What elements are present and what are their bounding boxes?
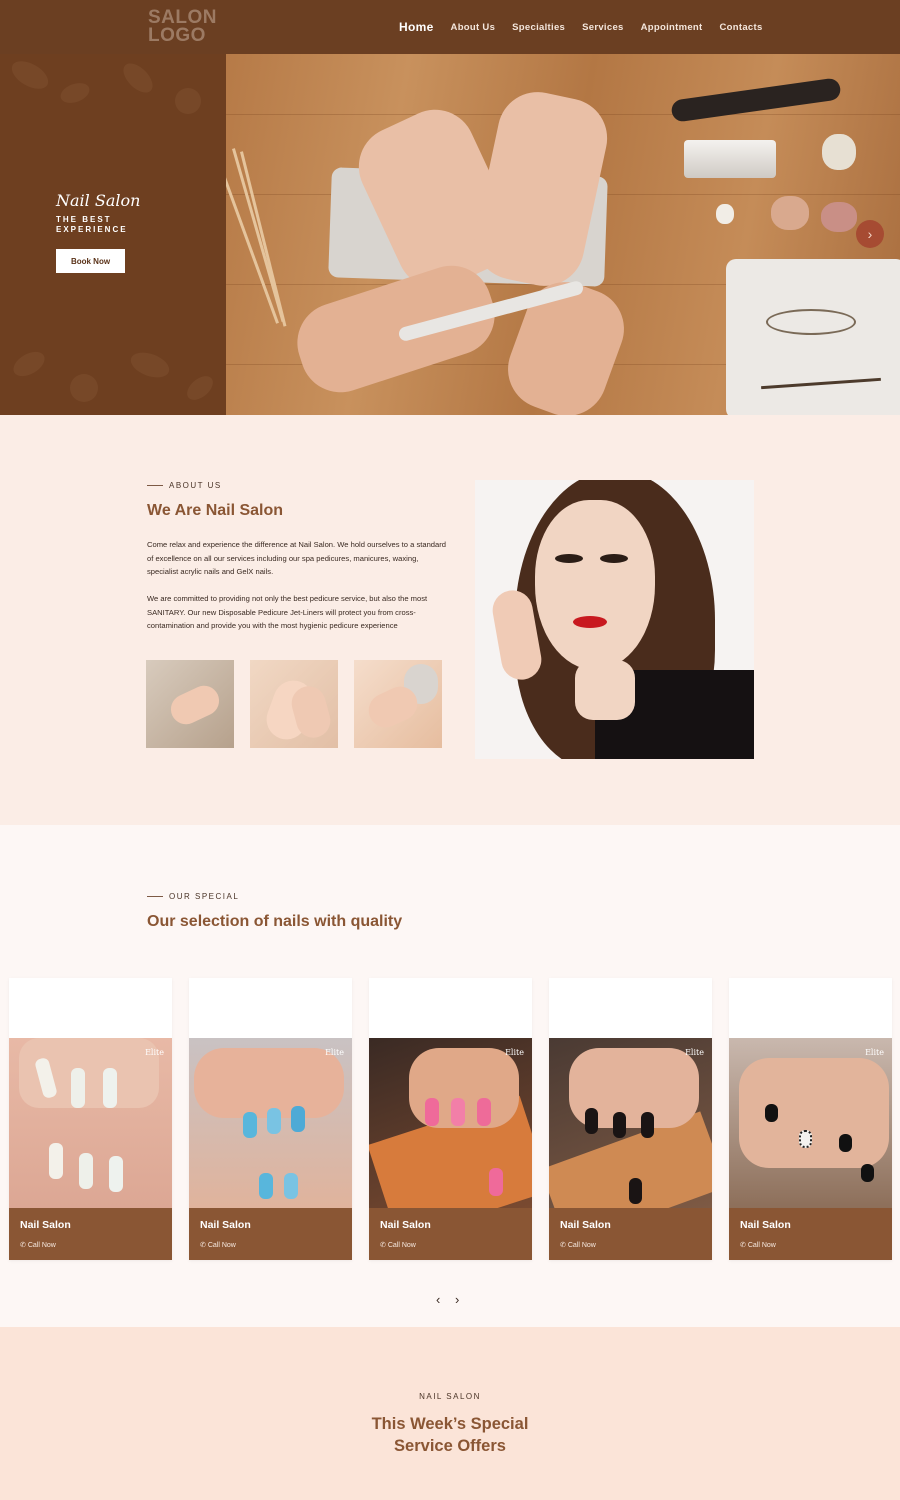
hero-slider: Nail Salon THE BEST EXPERIENCE Book Now … <box>0 54 900 415</box>
nail-card[interactable]: Elite Nail Salon ✆ Call Now <box>729 978 892 1260</box>
special-eyebrow: OUR SPECIAL <box>147 892 239 901</box>
specials-section: OUR SPECIAL Our selection of nails with … <box>0 825 900 1327</box>
carousel-next-button[interactable]: › <box>455 1292 459 1307</box>
phone-icon: ✆ <box>740 1242 746 1249</box>
nail-card-title: Nail Salon <box>200 1219 251 1231</box>
call-now-link[interactable]: ✆ Call Now <box>200 1241 236 1249</box>
gallery-thumb-3[interactable] <box>354 660 442 748</box>
nail-card-footer: Nail Salon ✆ Call Now <box>729 1208 892 1260</box>
elite-brand-mark: Elite <box>865 1048 884 1057</box>
eyebrow-divider <box>147 896 163 897</box>
about-heading: We Are Nail Salon <box>147 502 284 519</box>
site-header: SALON LOGO Home About Us Specialties Ser… <box>0 0 900 54</box>
nail-card-photo: Elite <box>189 1038 352 1208</box>
nail-card-photo: Elite <box>549 1038 712 1208</box>
offers-heading-line-2: Service Offers <box>394 1437 506 1455</box>
phone-icon: ✆ <box>200 1242 206 1249</box>
gallery-thumb-2[interactable] <box>250 660 338 748</box>
call-now-label: Call Now <box>747 1242 776 1249</box>
offers-eyebrow: NAIL SALON <box>419 1392 481 1401</box>
phone-icon: ✆ <box>560 1242 566 1249</box>
nail-card-footer: Nail Salon ✆ Call Now <box>369 1208 532 1260</box>
call-now-link[interactable]: ✆ Call Now <box>560 1241 596 1249</box>
offers-section: NAIL SALON This Week’s Special Service O… <box>0 1327 900 1500</box>
nail-card[interactable]: Elite Nail Salon ✆ Call Now <box>369 978 532 1260</box>
elite-brand-mark: Elite <box>505 1048 524 1057</box>
carousel-prev-button[interactable]: ‹ <box>436 1292 440 1307</box>
nav-contacts[interactable]: Contacts <box>720 22 763 33</box>
offers-heading: This Week’s Special Service Offers <box>0 1413 900 1457</box>
elite-brand-mark: Elite <box>145 1048 164 1057</box>
nav-appointment[interactable]: Appointment <box>641 22 703 33</box>
hero-side-panel: Nail Salon THE BEST EXPERIENCE Book Now <box>0 54 226 415</box>
special-heading: Our selection of nails with quality <box>147 913 403 930</box>
call-now-link[interactable]: ✆ Call Now <box>20 1241 56 1249</box>
nav-home[interactable]: Home <box>399 20 434 34</box>
nail-card-photo: Elite <box>369 1038 532 1208</box>
nail-card-title: Nail Salon <box>560 1219 611 1231</box>
nail-card-footer: Nail Salon ✆ Call Now <box>189 1208 352 1260</box>
about-section: ABOUT US We Are Nail Salon Come relax an… <box>0 415 900 825</box>
nail-card-title: Nail Salon <box>20 1219 71 1231</box>
call-now-label: Call Now <box>387 1242 416 1249</box>
nav-services[interactable]: Services <box>582 22 624 33</box>
hero-manicure-photo: › <box>226 54 900 415</box>
elite-brand-mark: Elite <box>325 1048 344 1057</box>
eyebrow-divider <box>147 485 163 486</box>
phone-icon: ✆ <box>20 1242 26 1249</box>
about-paragraph-1: Come relax and experience the difference… <box>147 540 447 576</box>
about-eyebrow-text: ABOUT US <box>169 481 222 490</box>
nail-card-title: Nail Salon <box>740 1219 791 1231</box>
hero-subtitle: THE BEST EXPERIENCE <box>56 215 128 234</box>
nail-card[interactable]: Elite Nail Salon ✆ Call Now <box>9 978 172 1260</box>
nail-card-photo: Elite <box>729 1038 892 1208</box>
call-now-label: Call Now <box>27 1242 56 1249</box>
about-paragraph-2: We are committed to providing not only t… <box>147 594 428 630</box>
phone-icon: ✆ <box>380 1242 386 1249</box>
hero-next-button[interactable]: › <box>856 220 884 248</box>
about-portrait-image <box>475 480 754 759</box>
chevron-right-icon: › <box>867 226 873 242</box>
nail-card[interactable]: Elite Nail Salon ✆ Call Now <box>189 978 352 1260</box>
elite-brand-mark: Elite <box>685 1048 704 1057</box>
offers-heading-line-1: This Week’s Special <box>371 1415 529 1433</box>
call-now-link[interactable]: ✆ Call Now <box>380 1241 416 1249</box>
nav-about-us[interactable]: About Us <box>451 22 496 33</box>
special-eyebrow-text: OUR SPECIAL <box>169 892 240 901</box>
nail-card-title: Nail Salon <box>380 1219 431 1231</box>
about-eyebrow: ABOUT US <box>147 481 222 490</box>
call-now-link[interactable]: ✆ Call Now <box>740 1241 776 1249</box>
salon-logo[interactable]: SALON LOGO <box>148 8 218 45</box>
nail-card-footer: Nail Salon ✆ Call Now <box>9 1208 172 1260</box>
nail-card[interactable]: Elite Nail Salon ✆ Call Now <box>549 978 712 1260</box>
hero-title: Nail Salon <box>56 191 141 210</box>
call-now-label: Call Now <box>567 1242 596 1249</box>
gallery-thumb-1[interactable] <box>146 660 234 748</box>
nav-specialties[interactable]: Specialties <box>512 22 565 33</box>
book-now-button[interactable]: Book Now <box>56 249 125 273</box>
nail-card-footer: Nail Salon ✆ Call Now <box>549 1208 712 1260</box>
call-now-label: Call Now <box>207 1242 236 1249</box>
main-nav: Home About Us Specialties Services Appoi… <box>399 0 780 54</box>
nail-card-photo: Elite <box>9 1038 172 1208</box>
